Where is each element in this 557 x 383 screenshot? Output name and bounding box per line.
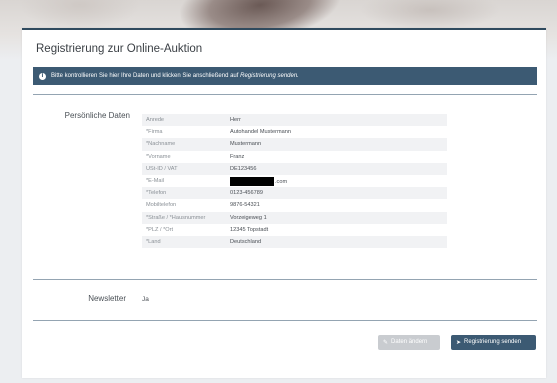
edit-icon: ✎: [383, 339, 389, 346]
table-row: *Vorname Franz: [142, 150, 447, 163]
table-row: USt-ID / VAT DE123456: [142, 162, 447, 175]
info-alert: i Bitte kontrollieren Sie hier Ihre Date…: [33, 67, 537, 85]
section-heading-personal: Persönliche Daten: [64, 111, 130, 120]
table-row: Anrede Herr: [142, 114, 447, 127]
divider: [33, 320, 537, 321]
alert-text: Bitte kontrollieren Sie hier Ihre Daten …: [51, 73, 299, 79]
table-row: *Firma Autohandel Mustermann: [142, 126, 447, 139]
table-row: *PLZ / *Ort 12345 Topstadt: [142, 223, 447, 236]
divider: [33, 94, 537, 95]
personal-data-table: Anrede Herr *Firma Autohandel Mustermann *…: [142, 114, 447, 249]
table-row: Mobiltelefon 9876-54321: [142, 199, 447, 212]
page-title: Registrierung zur Online-Auktion: [36, 43, 203, 55]
divider: [33, 279, 537, 280]
background-shape: [360, 0, 500, 30]
newsletter-value: Ja: [142, 296, 149, 303]
table-row: *Telefon 0123-456789: [142, 187, 447, 200]
table-row: *Land Deutschland: [142, 235, 447, 249]
send-icon: ➤: [456, 339, 462, 346]
section-heading-newsletter: Newsletter: [88, 294, 126, 303]
submit-registration-button[interactable]: ➤ Registrierung senden: [451, 335, 536, 350]
table-row: *E-Mail .com: [142, 174, 447, 188]
info-icon: i: [39, 72, 46, 80]
table-row: *Straße / *Hausnummer Vorzeigeweg 1: [142, 211, 447, 224]
background-shape: [20, 0, 140, 30]
redaction-block: [230, 176, 274, 186]
registration-card: Registrierung zur Online-Auktion i Bitte…: [22, 28, 546, 378]
edit-data-button[interactable]: ✎ Daten ändern: [378, 335, 440, 350]
table-row: *Nachname Mustermann: [142, 138, 447, 151]
